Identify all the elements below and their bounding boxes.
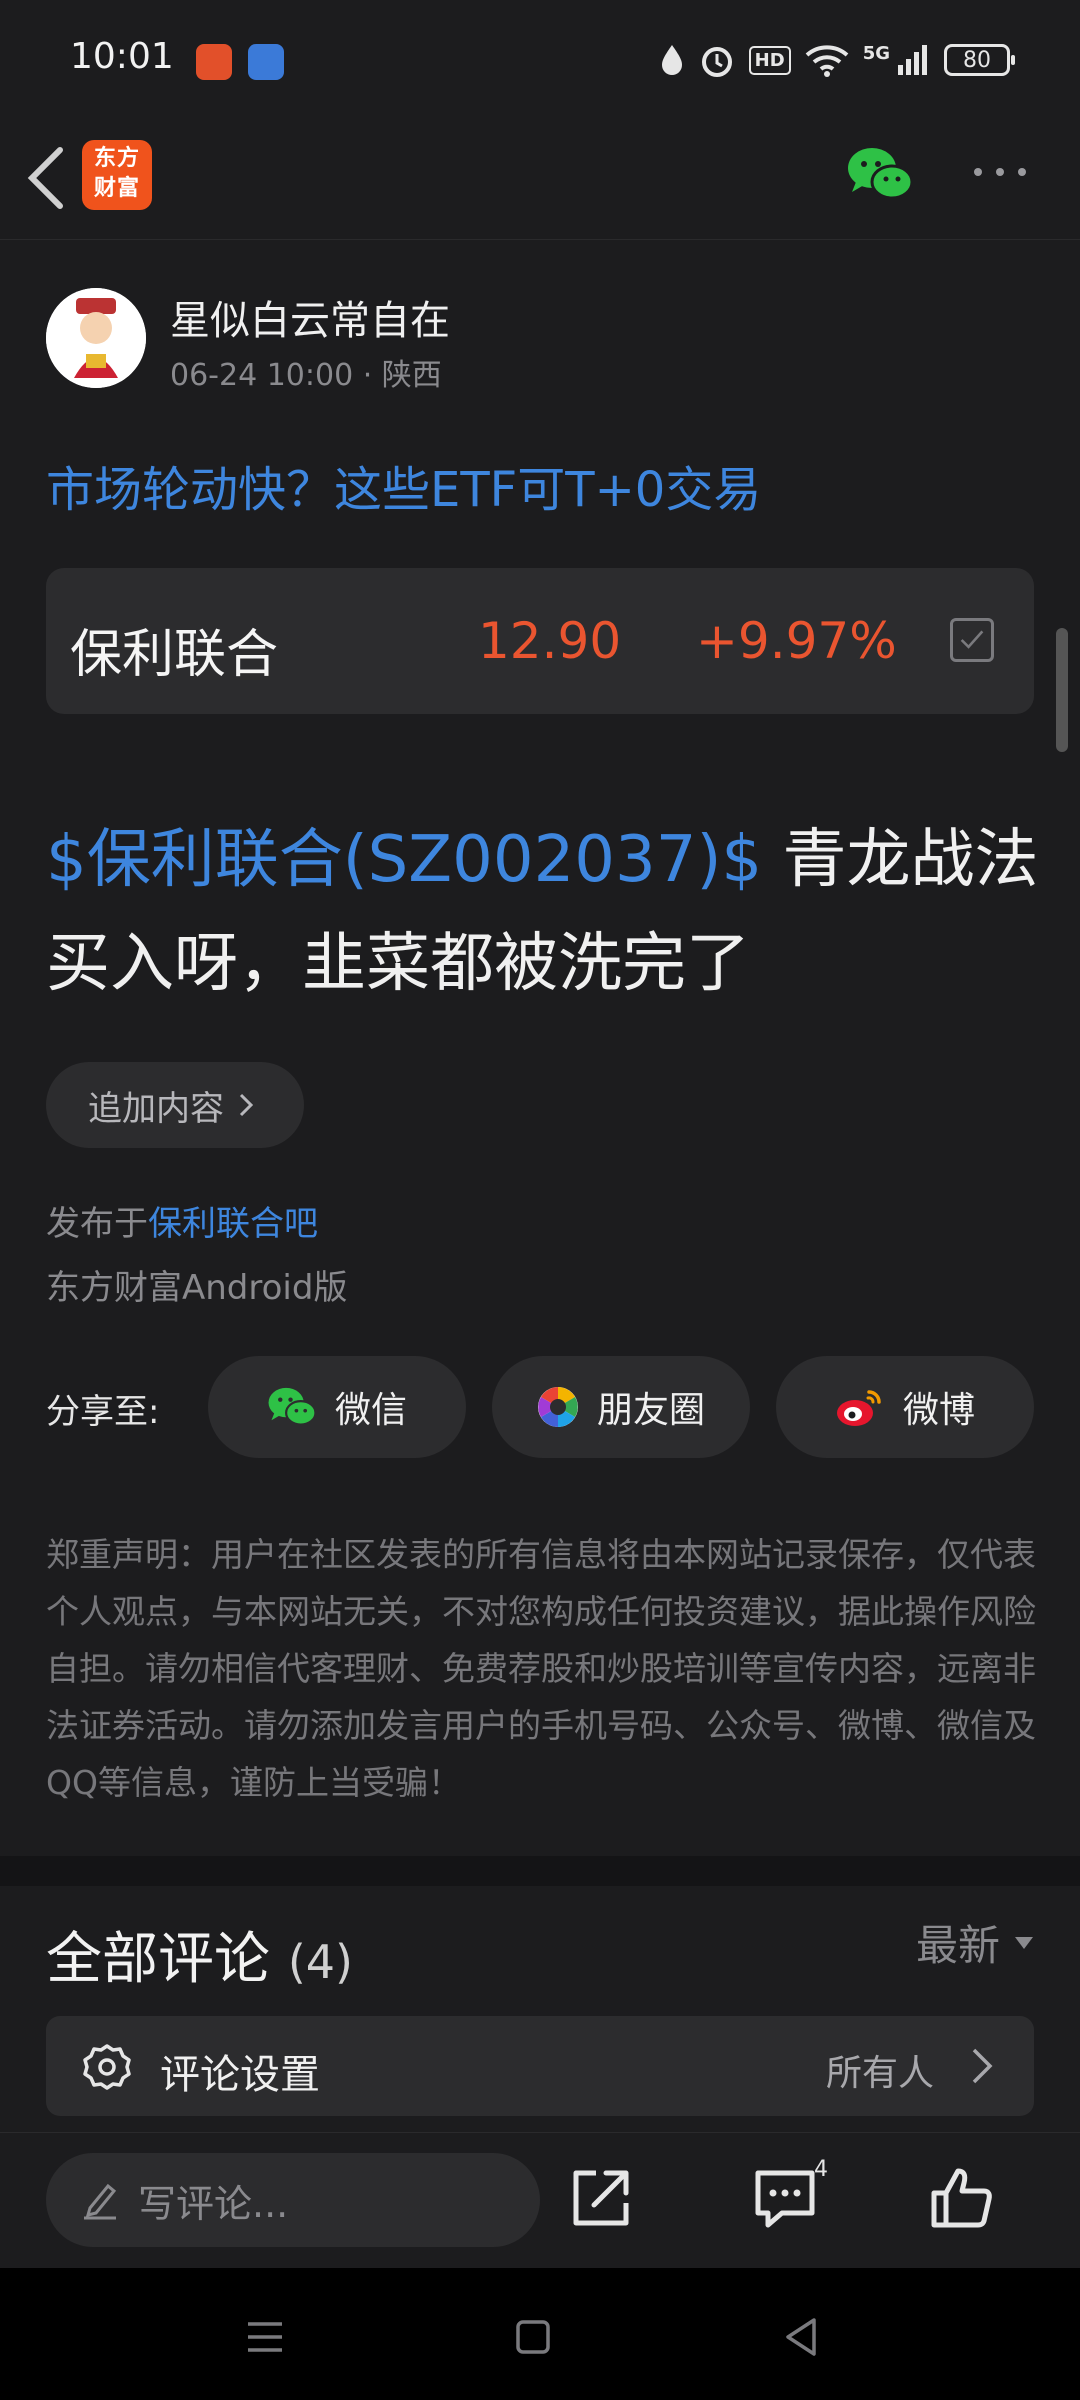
comment-count-badge: 4 — [814, 2157, 828, 2182]
post-meta: 06-24 10:00 · 陕西 — [170, 358, 442, 393]
wechat-share-icon[interactable] — [846, 144, 914, 204]
status-icons: HD 5G 80 — [659, 40, 1015, 80]
share-weibo-label: 微博 — [902, 1390, 975, 1431]
notification-app-icon — [196, 44, 232, 80]
comment-input-placeholder: 写评论... — [138, 2181, 289, 2226]
status-time: 10:01 — [70, 36, 174, 77]
menu-icon[interactable] — [240, 2312, 290, 2362]
moments-icon — [537, 1387, 578, 1427]
pencil-icon — [84, 2183, 117, 2220]
comment-input[interactable]: 写评论... — [46, 2153, 540, 2247]
water-drop-icon — [661, 45, 682, 75]
published-in: 发布于保利联合吧 — [46, 1196, 318, 1245]
status-bar: 10:01 HD 5G 80 — [0, 0, 1080, 120]
share-weibo-button[interactable]: 微博 — [776, 1356, 1034, 1458]
comment-settings-row[interactable]: 评论设置 所有人 — [46, 2016, 1034, 2116]
comments-count: (4) — [287, 1935, 353, 1989]
logo-line2: 财富 — [93, 176, 140, 201]
share-moments-button[interactable]: 朋友圈 — [492, 1356, 750, 1458]
topic-link[interactable]: 市场轮动快？这些ETF可T+0交易 — [46, 450, 761, 520]
logo-line1: 东方 — [93, 146, 140, 171]
back-nav-icon[interactable] — [776, 2312, 826, 2362]
chevron-right-icon — [972, 2048, 993, 2084]
system-nav-bar — [0, 2268, 1080, 2400]
stock-name: 保利联合 — [70, 625, 279, 685]
avatar[interactable] — [46, 288, 146, 388]
share-moments-label: 朋友圈 — [596, 1390, 705, 1431]
comments-title-label: 全部评论 — [46, 1927, 270, 1992]
comments-title: 全部评论 (4) — [46, 1914, 353, 1995]
stock-bar-link[interactable]: 保利联合吧 — [148, 1204, 318, 1244]
weibo-icon — [836, 1390, 881, 1426]
wechat-icon — [268, 1387, 317, 1426]
client-source: 东方财富Android版 — [46, 1268, 348, 1308]
bottom-action-bar: 写评论... 4 — [0, 2132, 1080, 2268]
alarm-icon — [701, 47, 732, 77]
disclaimer: 郑重声明：用户在社区发表的所有信息将由本网站记录保存，仅代表个人观点，与本网站无… — [46, 1535, 1036, 1802]
hd-icon: HD — [748, 45, 791, 75]
append-content-label: 追加内容 — [88, 1088, 224, 1129]
brand-logo[interactable]: 东方 财富 — [82, 140, 152, 210]
share-wechat-button[interactable]: 微信 — [208, 1356, 466, 1458]
notification-app-icon — [248, 44, 284, 80]
share-label: 分享至: — [46, 1392, 160, 1432]
network-type: 5G — [862, 42, 890, 64]
comment-sort-label: 最新 — [915, 1921, 1000, 1970]
avatar-image — [46, 288, 146, 388]
append-content-button[interactable]: 追加内容 — [46, 1062, 304, 1148]
post-body: $保利联合(SZ002037)$ 青龙战法买入呀，韭菜都被洗完了 — [46, 808, 1046, 1016]
comment-settings-value: 所有人 — [825, 2053, 934, 2094]
section-divider — [0, 1856, 1080, 1886]
share-wechat-label: 微信 — [334, 1390, 407, 1431]
published-prefix: 发布于 — [46, 1204, 148, 1244]
author-name[interactable]: 星似白云常自在 — [170, 288, 450, 346]
stock-mention-link[interactable]: $保利联合(SZ002037)$ — [46, 823, 762, 897]
comment-sort-button[interactable]: 最新 — [916, 1912, 1034, 1973]
more-icon[interactable] — [970, 162, 1030, 182]
author-header[interactable]: 星似白云常自在 06-24 10:00 · 陕西 — [46, 288, 1036, 393]
comment-settings-label: 评论设置 — [160, 2052, 320, 2098]
top-nav: 东方 财富 — [0, 120, 1080, 240]
share-icon[interactable] — [566, 2163, 636, 2233]
chevron-right-icon — [239, 1093, 254, 1117]
battery-indicator: 80 — [944, 44, 1015, 76]
add-watchlist-checkbox-icon[interactable] — [950, 618, 994, 662]
stock-quote-card[interactable]: 保利联合 12.90 +9.97% — [46, 568, 1034, 714]
stock-price: 12.90 — [478, 612, 622, 670]
caret-down-icon — [1015, 1936, 1033, 1949]
home-icon[interactable] — [508, 2312, 558, 2362]
scrollbar[interactable] — [1056, 628, 1068, 752]
comment-icon[interactable] — [750, 2163, 820, 2233]
stock-change: +9.97% — [696, 612, 897, 670]
wifi-icon — [805, 45, 849, 77]
thumbs-up-icon[interactable] — [926, 2163, 996, 2233]
back-icon[interactable] — [20, 142, 80, 214]
gear-icon — [83, 2044, 131, 2090]
signal-icon — [898, 45, 927, 75]
